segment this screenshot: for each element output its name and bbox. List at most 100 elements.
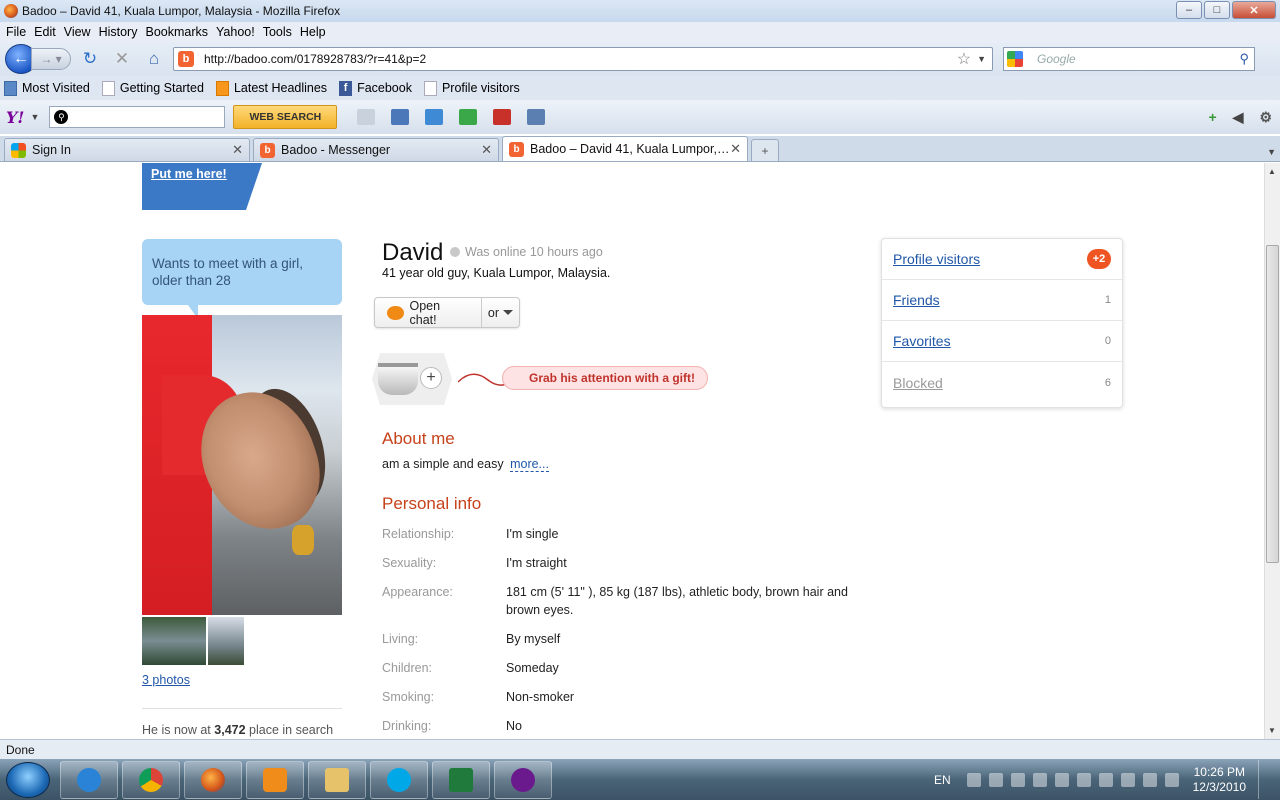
flag-icon[interactable] [1098,772,1113,787]
bookmark-star-icon[interactable]: ☆ [957,49,971,69]
menu-help[interactable]: Help [298,25,332,39]
firefox-taskbar-icon[interactable] [184,760,242,799]
sidebox-friends[interactable]: Friends 1 [882,280,1122,321]
bookmark-latest-headlines[interactable]: Latest Headlines [215,80,327,96]
tray-icon[interactable] [1076,772,1091,787]
divider [142,708,342,709]
window-titlebar: Badoo – David 41, Kuala Lumpor, Malaysia… [0,0,1280,22]
tab-list-icon[interactable]: ▼ [1267,147,1276,157]
sidebox-favorites[interactable]: Favorites 0 [882,321,1122,362]
internet-explorer-icon[interactable] [60,760,118,799]
about-more-link[interactable]: more... [510,457,549,472]
home-icon[interactable]: ⌂ [141,47,167,71]
google-icon[interactable] [1007,51,1023,67]
skype-icon[interactable] [370,760,428,799]
search-input[interactable]: Google [1037,52,1239,66]
windows-taskbar: EN 10:26 PM 12/3/2010 [0,759,1280,800]
url-bar[interactable]: b http://badoo.com/0178928783/?r=41&p=2 … [173,47,993,71]
page-icon [101,80,115,96]
scrollbar-thumb[interactable] [1266,245,1279,563]
maximize-button[interactable]: □ [1204,1,1230,19]
url-dropdown-icon[interactable]: ▼ [977,54,986,64]
forward-button[interactable]: → ▾ [31,48,71,70]
gift-button[interactable]: + [372,353,452,405]
put-me-here-link[interactable]: Put me here! [142,163,262,210]
rss-icon [215,80,229,96]
volume-icon[interactable] [1054,772,1069,787]
network-icon[interactable] [1120,772,1135,787]
tab-badoo-messenger[interactable]: b Badoo - Messenger ✕ [253,138,499,161]
close-tab-icon[interactable]: ✕ [481,142,492,158]
tab-sign-in[interactable]: Sign In ✕ [4,138,250,161]
tab-badoo-profile[interactable]: b Badoo – David 41, Kuala Lumpor, ... ✕ [502,136,748,161]
close-tab-icon[interactable]: ✕ [232,142,243,158]
green-star-icon[interactable] [459,109,478,125]
new-tab-button[interactable]: + [751,139,779,161]
excel-icon[interactable] [432,760,490,799]
add-button-icon[interactable]: + [1208,109,1216,125]
yahoo-dropdown-icon[interactable]: ▼ [30,112,39,122]
media-player-icon[interactable] [246,760,304,799]
chevron-left-icon[interactable]: ◀ [1233,109,1244,126]
cup-icon [378,363,418,395]
search-icon: ⚲ [54,110,69,124]
menu-bookmarks[interactable]: Bookmarks [143,25,214,39]
more-actions-dropdown[interactable]: or [482,306,519,320]
yahoo-logo[interactable]: Y! [6,108,24,127]
stop-icon[interactable]: ✕ [109,47,135,71]
sidebox-profile-visitors[interactable]: Profile visitors +2 [882,239,1122,280]
menu-history[interactable]: History [97,25,144,39]
gift-attention-link[interactable]: Grab his attention with a gift! [502,366,708,390]
bookmark-getting-started[interactable]: Getting Started [101,80,204,96]
main-profile-photo[interactable] [142,315,342,615]
scroll-down-icon[interactable]: ▼ [1268,726,1276,735]
menu-edit[interactable]: Edit [32,25,62,39]
reload-icon[interactable]: ↻ [77,47,103,71]
web-search-button[interactable]: WEB SEARCH [233,105,338,129]
close-window-button[interactable]: ✕ [1232,1,1276,19]
yahoo-search-input[interactable]: ⚲ [49,106,226,128]
bookmark-profile-visitors[interactable]: Profile visitors [423,80,520,96]
vertical-scrollbar[interactable]: ▲ ▼ [1264,163,1280,739]
file-explorer-icon[interactable] [308,760,366,799]
tray-icon[interactable] [1010,772,1025,787]
tray-icon[interactable] [1032,772,1047,787]
menu-file[interactable]: File [4,25,32,39]
shield-icon[interactable] [391,109,410,125]
toolbar-edit-icon[interactable] [357,109,376,125]
signal-icon[interactable] [1142,772,1157,787]
menu-bar: File Edit View History Bookmarks Yahoo! … [0,22,1280,42]
tray-icon[interactable] [988,772,1003,787]
speaker-icon[interactable] [1164,772,1179,787]
menu-yahoo[interactable]: Yahoo! [214,25,261,39]
games-icon[interactable] [493,109,512,125]
mail-icon[interactable] [425,109,444,125]
scroll-up-icon[interactable]: ▲ [1268,167,1276,176]
info-row-relationship: Relationship: I'm single [382,527,559,541]
show-desktop-button[interactable] [1258,760,1272,799]
tray-icon[interactable] [966,772,981,787]
yahoo-messenger-icon[interactable] [494,760,552,799]
search-bar[interactable]: Google ⚲ [1003,47,1255,71]
chrome-icon[interactable] [122,760,180,799]
photo-thumbnail[interactable] [142,617,206,665]
photo-thumbnail[interactable] [208,617,244,665]
close-tab-icon[interactable]: ✕ [730,141,741,157]
language-indicator[interactable]: EN [934,773,951,787]
open-chat-button[interactable]: Open chat! [375,298,482,327]
system-clock[interactable]: 10:26 PM 12/3/2010 [1193,765,1246,795]
badoo-favicon-icon: b [178,51,194,67]
bookmark-most-visited[interactable]: Most Visited [4,80,90,96]
menu-tools[interactable]: Tools [261,25,298,39]
photos-link[interactable]: 3 photos [142,673,190,687]
sidebox-blocked[interactable]: Blocked 6 [882,362,1122,403]
start-button[interactable] [6,761,50,798]
plus-icon: + [420,367,442,389]
bookmark-facebook[interactable]: f Facebook [339,80,412,96]
url-text[interactable]: http://badoo.com/0178928783/?r=41&p=2 [204,52,957,66]
search-icon[interactable]: ⚲ [1239,51,1249,67]
menu-view[interactable]: View [62,25,97,39]
notepad-icon[interactable] [527,109,546,125]
minimize-button[interactable]: – [1176,1,1202,19]
gear-icon[interactable]: ⚙ [1259,109,1272,126]
